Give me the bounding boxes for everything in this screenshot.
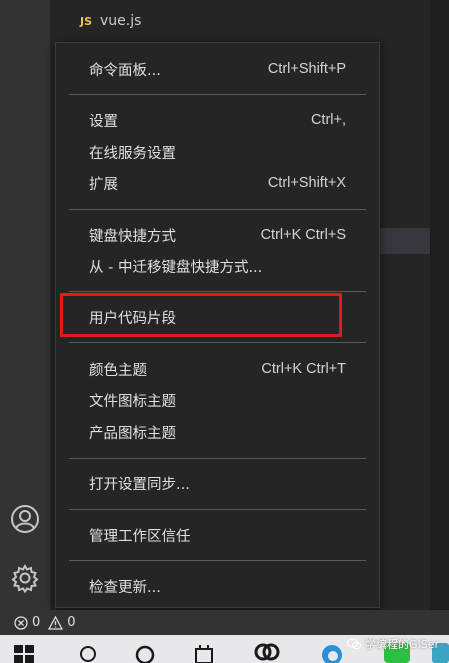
menu-item-settings[interactable]: 设置 Ctrl+, <box>89 108 346 132</box>
warnings-indicator[interactable]: 0 <box>48 615 76 630</box>
menu-item-color-theme[interactable]: 颜色主题 Ctrl+K Ctrl+T <box>89 357 346 381</box>
error-icon <box>14 615 28 630</box>
task-view-icon[interactable] <box>194 645 216 663</box>
menu-item-keyboard-shortcuts[interactable]: 键盘快捷方式 Ctrl+K Ctrl+S <box>89 223 346 247</box>
menu-item-check-updates[interactable]: 检查更新... <box>89 574 346 598</box>
menu-item-workspace-trust[interactable]: 管理工作区信任 <box>89 523 346 547</box>
search-icon[interactable] <box>78 645 98 663</box>
js-file-icon: JS <box>80 14 93 28</box>
menu-item-product-icon-theme[interactable]: 产品图标主题 <box>89 420 346 444</box>
watermark-text: 学编程的GISer <box>364 638 439 651</box>
gear-icon[interactable] <box>8 561 42 595</box>
status-bar: 0 0 <box>0 610 449 635</box>
menu-separator <box>69 94 366 95</box>
warning-icon <box>48 615 64 630</box>
menu-separator <box>69 342 366 343</box>
highlight-box <box>60 293 342 337</box>
menu-item-migrate-keybindings[interactable]: 从 - 中迁移键盘快捷方式... <box>89 254 346 278</box>
explorer-file-item[interactable]: JS vue.js <box>80 8 141 34</box>
menu-separator <box>69 458 366 459</box>
menu-separator <box>69 209 366 210</box>
menu-item-file-icon-theme[interactable]: 文件图标主题 <box>89 388 346 412</box>
menu-separator <box>69 560 366 561</box>
edge-icon[interactable] <box>320 643 344 663</box>
menu-item-settings-sync[interactable]: 打开设置同步... <box>89 471 346 495</box>
manage-context-menu: 命令面板... Ctrl+Shift+P 设置 Ctrl+, 在线服务设置 扩展… <box>55 42 380 608</box>
menu-separator <box>69 509 366 510</box>
editor-area <box>430 0 449 610</box>
cortana-icon[interactable] <box>134 645 156 663</box>
menu-separator <box>69 291 366 292</box>
menu-item-extensions[interactable]: 扩展 Ctrl+Shift+X <box>89 171 346 195</box>
menu-item-online-services-settings[interactable]: 在线服务设置 <box>89 140 346 164</box>
accounts-icon[interactable] <box>8 502 42 536</box>
windows-start-icon[interactable] <box>14 645 34 663</box>
warning-count: 0 <box>67 615 76 630</box>
wechat-watermark-icon <box>346 638 361 650</box>
explorer-row-highlight <box>380 228 430 254</box>
menu-item-command-palette[interactable]: 命令面板... Ctrl+Shift+P <box>89 57 346 81</box>
app-icon[interactable] <box>254 641 280 663</box>
watermark: 学编程的GISer <box>346 636 439 652</box>
file-name: vue.js <box>100 13 142 29</box>
problems-indicator[interactable]: 0 <box>14 615 40 630</box>
error-count: 0 <box>32 615 41 630</box>
